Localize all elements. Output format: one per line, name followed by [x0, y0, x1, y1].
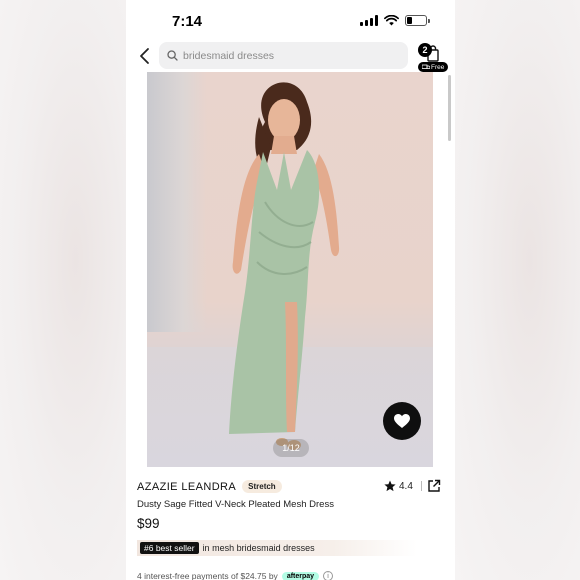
afterpay-row[interactable]: 4 interest-free payments of $24.75 by af…	[137, 571, 334, 580]
afterpay-text: 4 interest-free payments of $24.75 by	[137, 571, 278, 580]
status-bar: 7:14	[126, 0, 455, 40]
truck-icon	[422, 64, 430, 69]
afterpay-logo: afterpay	[281, 571, 320, 580]
heart-icon	[394, 413, 410, 428]
search-bar[interactable]	[159, 42, 408, 69]
search-header: 2 Free	[126, 40, 455, 72]
rating[interactable]: 4.4	[384, 480, 428, 492]
search-input[interactable]	[183, 49, 393, 62]
rating-value: 4.4	[399, 480, 413, 492]
product-title: Dusty Sage Fitted V-Neck Pleated Mesh Dr…	[137, 499, 334, 510]
product-price: $99	[137, 516, 160, 531]
battery-icon	[405, 15, 430, 26]
product-image[interactable]: 1/12	[147, 72, 433, 467]
bestseller-text: in mesh bridesmaid dresses	[202, 543, 315, 553]
free-label: Free	[431, 63, 445, 71]
back-button[interactable]	[136, 44, 154, 68]
cart-button[interactable]: 2 Free	[416, 42, 452, 74]
background-blur-right	[454, 0, 580, 580]
stretch-badge: Stretch	[242, 480, 282, 493]
background-blur-left	[0, 0, 126, 580]
wifi-icon	[384, 15, 399, 26]
star-icon	[384, 480, 396, 492]
status-time: 7:14	[172, 13, 203, 30]
cart-count-badge: 2	[418, 43, 432, 57]
phone-screen: 7:14 bridesmaid dresses 2 Free 1/12 AZAZ…	[126, 0, 455, 580]
bestseller-tag: #6 best seller	[140, 542, 199, 554]
info-icon[interactable]: i	[323, 571, 334, 580]
rating-divider	[420, 481, 422, 491]
bestseller-banner[interactable]: #6 best seller in mesh bridesmaid dresse…	[137, 540, 417, 556]
image-counter: 1/12	[273, 439, 309, 457]
scroll-indicator[interactable]	[448, 75, 451, 141]
share-icon	[428, 479, 441, 492]
status-icons	[360, 15, 430, 26]
free-shipping-pill: Free	[418, 62, 449, 72]
product-brand: AZAZIE LEANDRA	[137, 480, 237, 493]
share-button[interactable]	[427, 479, 441, 493]
favorite-button[interactable]	[383, 402, 421, 440]
cellular-signal-icon	[360, 15, 378, 26]
back-arrow-icon	[140, 48, 149, 64]
search-icon	[167, 50, 178, 61]
